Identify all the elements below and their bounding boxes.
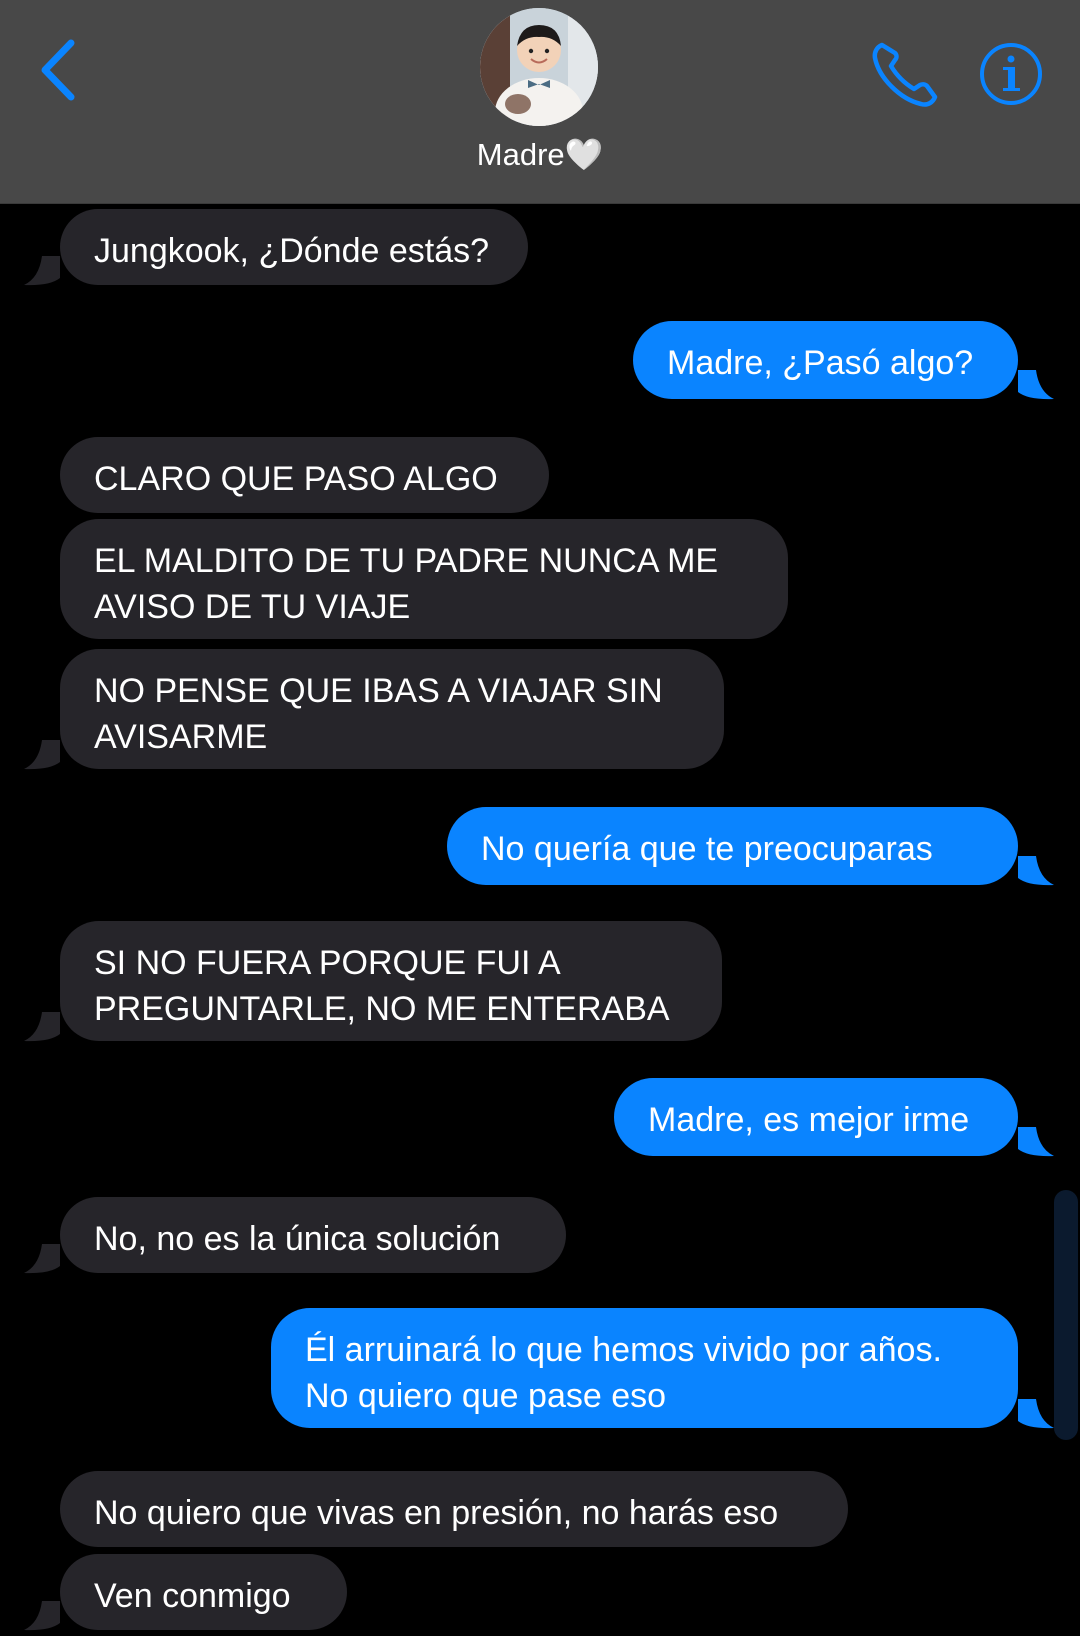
incoming-message[interactable]: SI NO FUERA PORQUE FUI A PREGUNTARLE, NO…: [60, 921, 722, 1041]
outgoing-message[interactable]: Madre, ¿Pasó algo?: [633, 321, 1018, 399]
incoming-message[interactable]: NO PENSE QUE IBAS A VIAJAR SIN AVISARME: [60, 649, 724, 769]
info-button[interactable]: [978, 41, 1044, 107]
outgoing-bubble-tail: [1014, 856, 1054, 886]
incoming-bubble-tail: [24, 1601, 64, 1631]
incoming-message[interactable]: Jungkook, ¿Dónde estás?: [60, 209, 528, 285]
outgoing-bubble-tail: [1014, 1127, 1054, 1157]
incoming-message[interactable]: No quiero que vivas en presión, no harás…: [60, 1471, 848, 1547]
incoming-message[interactable]: CLARO QUE PASO ALGO: [60, 437, 549, 513]
back-button[interactable]: [28, 36, 88, 104]
message-list[interactable]: Jungkook, ¿Dónde estás? Madre, ¿Pasó algo…: [0, 203, 1080, 1631]
scrollbar[interactable]: [1054, 1190, 1078, 1440]
incoming-bubble-tail: [24, 1012, 64, 1042]
incoming-bubble-tail: [24, 1244, 64, 1274]
phone-icon: [872, 42, 938, 107]
outgoing-message[interactable]: Madre, es mejor irme: [614, 1078, 1018, 1156]
conversation-header: Madre🤍: [0, 0, 1080, 203]
outgoing-message[interactable]: Él arruinará lo que hemos vivido por año…: [271, 1308, 1018, 1428]
chevron-left-icon: [41, 39, 75, 101]
info-icon: [980, 43, 1042, 105]
outgoing-bubble-tail: [1014, 1399, 1054, 1429]
avatar-photo: [480, 8, 598, 126]
call-button[interactable]: [870, 38, 942, 110]
contact-avatar[interactable]: [480, 8, 598, 126]
outgoing-bubble-tail: [1014, 370, 1054, 400]
outgoing-message[interactable]: No quería que te preocuparas: [447, 807, 1018, 885]
incoming-bubble-tail: [24, 740, 64, 770]
incoming-bubble-tail: [24, 256, 64, 286]
incoming-message[interactable]: EL MALDITO DE TU PADRE NUNCA ME AVISO DE…: [60, 519, 788, 639]
incoming-message[interactable]: Ven conmigo: [60, 1554, 347, 1630]
incoming-message[interactable]: No, no es la única solución: [60, 1197, 566, 1273]
contact-name[interactable]: Madre🤍: [0, 136, 1080, 173]
